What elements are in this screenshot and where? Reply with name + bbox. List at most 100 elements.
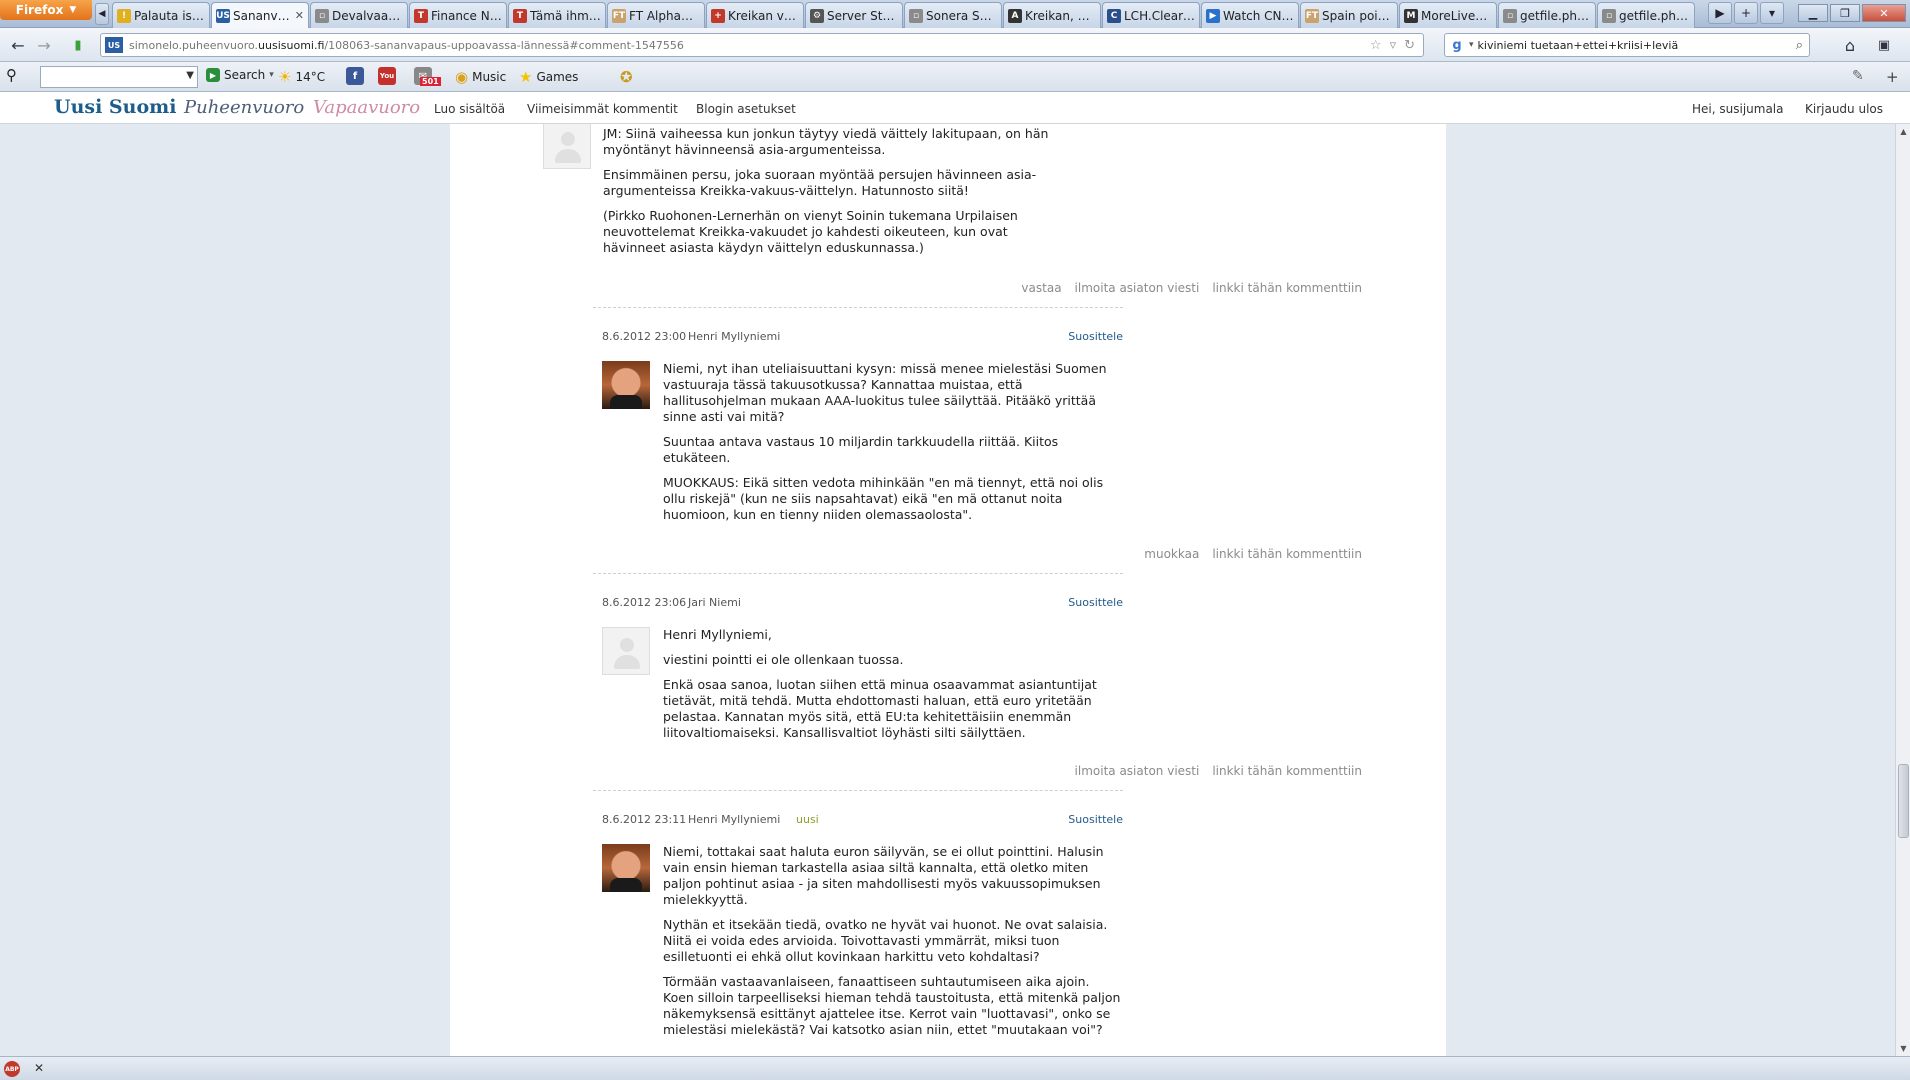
chevron-down-icon[interactable]: ▼: [186, 70, 194, 81]
mail-button[interactable]: ✉ 501: [414, 67, 441, 86]
browser-tab[interactable]: TTämä ihmel…: [508, 2, 606, 28]
permalink-link[interactable]: linkki tähän kommenttiin: [1212, 547, 1362, 561]
tab-label: Watch CNB…: [1223, 8, 1294, 23]
puheenvuoro-link[interactable]: Puheenvuoro: [184, 97, 304, 118]
vapaavuoro-link[interactable]: Vapaavuoro: [313, 97, 420, 118]
url-text: simonelo.puheenvuoro.uusisuomi.fi/108063…: [129, 38, 684, 52]
back-icon[interactable]: ←: [6, 33, 30, 57]
browser-tab[interactable]: ▫Devalvaatio…: [310, 2, 408, 28]
page-icon: ▫: [909, 8, 923, 23]
browser-tab[interactable]: +Kreikan virk…: [706, 2, 804, 28]
browser-tab[interactable]: ▶ Watch CNB…: [1201, 2, 1299, 28]
wrench-icon[interactable]: ✎: [1852, 68, 1864, 84]
toolbar-search-input[interactable]: ▼: [40, 66, 198, 88]
browser-tab[interactable]: ⚙Server Statu…: [805, 2, 903, 28]
extension-button[interactable]: ✪: [620, 68, 633, 86]
tab-label: Spain poise…: [1322, 8, 1393, 23]
music-label: Music: [472, 70, 507, 84]
address-bar[interactable]: US simonelo.puheenvuoro.uusisuomi.fi/108…: [100, 33, 1424, 57]
browser-tab[interactable]: ▫Sonera Sähk…: [904, 2, 1002, 28]
signal-bars-icon[interactable]: ▮: [66, 33, 90, 57]
latest-comments-link[interactable]: Viimeisimmät kommentit: [527, 102, 678, 116]
bookmark-star-icon[interactable]: ☆: [1370, 38, 1382, 53]
close-tab-icon[interactable]: ✕: [295, 9, 304, 22]
weather-widget[interactable]: ☀ 14°C: [278, 68, 325, 86]
reload-icon[interactable]: ↻: [1404, 38, 1415, 53]
firefox-menu-button[interactable]: Firefox ▼: [0, 0, 92, 20]
recommend-link[interactable]: Suosittele: [1068, 813, 1123, 826]
facebook-button[interactable]: f: [346, 67, 364, 85]
tab-list-icon[interactable]: ▾: [1760, 2, 1784, 24]
ft-icon: FT: [612, 8, 626, 23]
close-window-icon[interactable]: ✕: [1862, 4, 1906, 22]
new-tab-icon[interactable]: +: [1734, 2, 1758, 24]
create-content-link[interactable]: Luo sisältöä: [434, 102, 505, 116]
forward-icon[interactable]: →: [32, 33, 56, 57]
comment-paragraph: MUOKKAUS: Eikä sitten vedota mihinkään "…: [663, 475, 1104, 522]
maximize-icon[interactable]: ❐: [1830, 4, 1860, 22]
arrow-right-icon: ▶: [206, 68, 220, 82]
engine-dropdown-icon[interactable]: ▾: [1469, 40, 1474, 50]
browser-tab[interactable]: T Finance Ne…: [409, 2, 507, 28]
close-addon-bar-icon[interactable]: ✕: [34, 1061, 44, 1075]
scroll-thumb[interactable]: [1898, 764, 1909, 838]
add-icon[interactable]: +: [1886, 68, 1899, 86]
reply-link[interactable]: vastaa: [1021, 281, 1061, 295]
uusi-suomi-logo[interactable]: Uusi Suomi: [54, 96, 176, 118]
comment-author[interactable]: Jari Niemi: [688, 596, 741, 609]
music-button[interactable]: ◉ Music: [455, 68, 506, 86]
avatar[interactable]: [543, 124, 591, 169]
browser-tab[interactable]: US Sananva… ✕: [211, 2, 309, 28]
browser-tab[interactable]: !Palauta istu…: [112, 2, 210, 28]
addon-bar-icon[interactable]: ▣: [1872, 33, 1896, 57]
scroll-tabs-right-icon[interactable]: ▶: [1708, 2, 1732, 24]
comment-author[interactable]: Henri Myllyniemi: [688, 813, 780, 826]
greeting-link[interactable]: Hei, susijumala: [1692, 102, 1783, 116]
comment-actions: ilmoita asiaton viesti linkki tähän komm…: [1075, 764, 1362, 778]
report-link[interactable]: ilmoita asiaton viesti: [1075, 281, 1200, 295]
browser-tab[interactable]: AKreikan, Etel…: [1003, 2, 1101, 28]
adblock-icon[interactable]: ABP: [4, 1061, 20, 1077]
games-button[interactable]: ★ Games: [519, 68, 578, 86]
page-icon: ▫: [1602, 8, 1616, 23]
youtube-button[interactable]: You: [378, 67, 396, 85]
comment-date: 8.6.2012 23:00: [602, 330, 687, 343]
avatar[interactable]: [602, 361, 650, 409]
browser-tab[interactable]: ▫getfile.php (…: [1597, 2, 1695, 28]
comment-actions: vastaa ilmoita asiaton viesti linkki täh…: [1021, 281, 1362, 295]
google-icon[interactable]: g: [1449, 37, 1465, 53]
recommend-link[interactable]: Suosittele: [1068, 596, 1123, 609]
blog-settings-link[interactable]: Blogin asetukset: [696, 102, 796, 116]
permalink-link[interactable]: linkki tähän kommenttiin: [1212, 764, 1362, 778]
history-dropdown-icon[interactable]: ▿: [1390, 38, 1397, 53]
search-bar-input[interactable]: kiviniemi tuetaan+ettei+kriisi+leviä: [1478, 39, 1796, 52]
comment-author[interactable]: Henri Myllyniemi: [688, 330, 780, 343]
search-icon[interactable]: ⌕: [1796, 38, 1803, 53]
scroll-down-icon[interactable]: ▼: [1896, 1041, 1910, 1056]
browser-tab[interactable]: FTFT Alphavill…: [607, 2, 705, 28]
page-scrollbar[interactable]: ▲ ▼: [1895, 124, 1910, 1056]
scroll-up-icon[interactable]: ▲: [1896, 124, 1910, 139]
minimize-icon[interactable]: ▁: [1798, 4, 1828, 22]
edit-link[interactable]: muokkaa: [1144, 547, 1199, 561]
logout-link[interactable]: Kirjaudu ulos: [1805, 102, 1883, 116]
browser-tab[interactable]: FTSpain poise…: [1300, 2, 1398, 28]
mail-count-badge: 501: [420, 77, 441, 86]
avatar[interactable]: [602, 627, 650, 675]
browser-tab[interactable]: C LCH.Clearn…: [1102, 2, 1200, 28]
navigation-bar: ← → ▮ US simonelo.puheenvuoro.uusisuomi.…: [0, 28, 1910, 62]
comment-date: 8.6.2012 23:11: [602, 813, 687, 826]
browser-tab[interactable]: MMoreLiver's …: [1399, 2, 1497, 28]
magnifier-icon[interactable]: ⚲: [6, 66, 17, 84]
home-icon[interactable]: ⌂: [1838, 33, 1862, 57]
scroll-tabs-left-icon[interactable]: ◀: [95, 3, 109, 25]
comment-divider: [593, 307, 1123, 308]
avatar[interactable]: [602, 844, 650, 892]
browser-tab[interactable]: ▫getfile.php (…: [1498, 2, 1596, 28]
permalink-link[interactable]: linkki tähän kommenttiin: [1212, 281, 1362, 295]
play-icon: ▶: [1206, 8, 1220, 23]
toolbar-search-button[interactable]: ▶ Search ▾: [206, 68, 274, 82]
search-bar[interactable]: g ▾ kiviniemi tuetaan+ettei+kriisi+leviä…: [1444, 33, 1810, 57]
report-link[interactable]: ilmoita asiaton viesti: [1075, 764, 1200, 778]
recommend-link[interactable]: Suosittele: [1068, 330, 1123, 343]
